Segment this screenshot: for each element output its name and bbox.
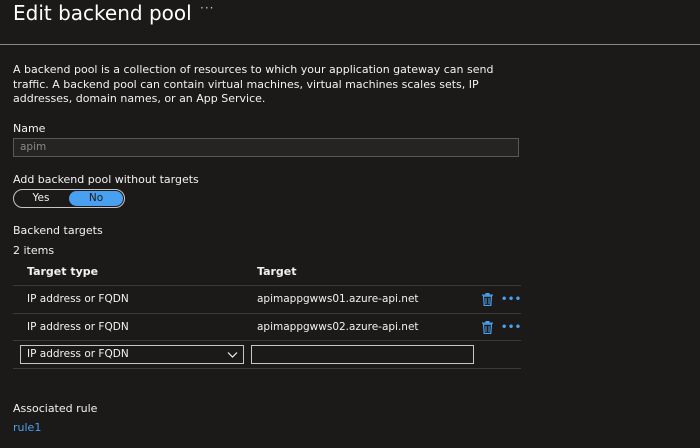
row-divider-line — [13, 340, 521, 341]
target-type-selected: IP address or FQDN — [27, 348, 129, 360]
row-actions: ••• — [482, 293, 522, 306]
page-title: Edit backend pool — [13, 1, 192, 25]
pool-description: A backend pool is a collection of resour… — [13, 63, 494, 105]
trash-icon[interactable] — [482, 321, 493, 334]
toggle-yes[interactable]: Yes — [14, 190, 68, 207]
toggle-no[interactable]: No — [69, 191, 123, 206]
column-header-target-type: Target type — [27, 265, 99, 278]
header-divider — [0, 44, 700, 45]
target-input[interactable] — [251, 345, 474, 364]
chevron-down-icon — [227, 352, 238, 358]
row-divider-line — [13, 313, 521, 314]
header-divider-line — [13, 285, 521, 286]
column-header-target: Target — [257, 265, 297, 278]
row-target-type: IP address or FQDN — [27, 293, 129, 305]
associated-rule-label: Associated rule — [13, 402, 98, 415]
name-input[interactable] — [13, 138, 519, 157]
backend-targets-label: Backend targets — [13, 224, 103, 237]
trash-icon[interactable] — [482, 293, 493, 306]
row-target: apimappgwws02.azure-api.net — [257, 321, 419, 333]
items-count: 2 items — [13, 244, 55, 257]
without-targets-label: Add backend pool without targets — [13, 173, 199, 186]
more-icon[interactable]: ••• — [501, 322, 522, 333]
without-targets-toggle[interactable]: Yes No — [13, 189, 125, 208]
more-options-icon[interactable]: ··· — [200, 1, 214, 15]
row-target-type: IP address or FQDN — [27, 321, 129, 333]
name-label: Name — [13, 122, 46, 135]
row-actions: ••• — [482, 321, 522, 334]
associated-rule-link[interactable]: rule1 — [13, 421, 41, 434]
more-icon[interactable]: ••• — [501, 294, 522, 305]
target-type-dropdown[interactable]: IP address or FQDN — [20, 345, 244, 364]
row-divider-line — [13, 368, 521, 369]
row-target: apimappgwws01.azure-api.net — [257, 293, 419, 305]
